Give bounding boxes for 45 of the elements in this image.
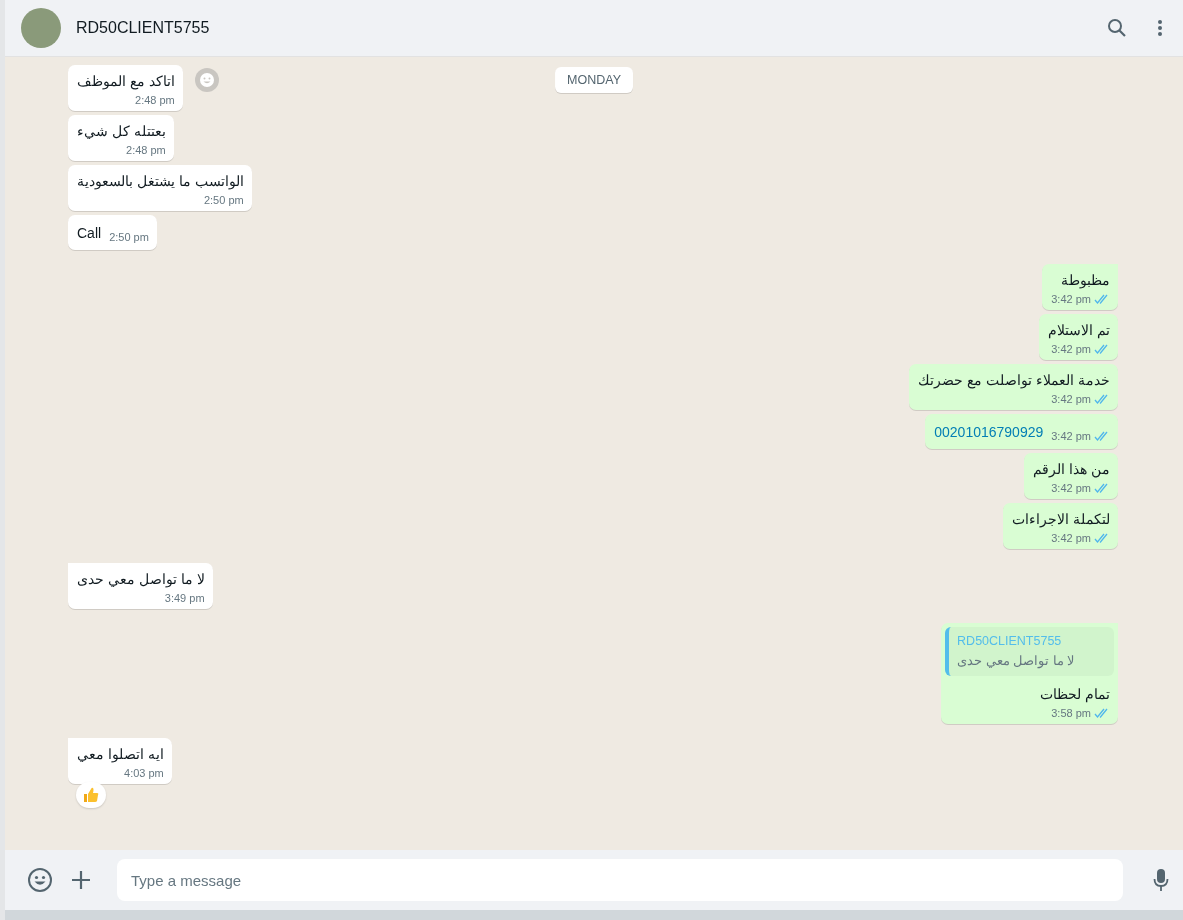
message-time: 3:49 pm (164, 592, 205, 604)
message-time: 3:42 pm (1051, 343, 1091, 355)
message-text: لتكملة الاجراءات (1012, 510, 1110, 529)
message-time: 2:50 pm (109, 231, 149, 243)
message-text: اتاكد مع الموظف (77, 72, 175, 91)
menu-icon[interactable] (1157, 19, 1163, 37)
message-text: خدمة العملاء تواصلت مع حضرتك (918, 371, 1110, 390)
search-icon[interactable] (1107, 18, 1127, 38)
contact-name[interactable]: RD50CLIENT5755 (76, 19, 210, 37)
message-text: Call (77, 224, 102, 243)
message-time: 2:48 pm (135, 94, 175, 106)
double-check-icon (1094, 394, 1110, 404)
message-text: الواتسب ما يشتغل بالسعودية (77, 172, 244, 191)
double-check-icon (1094, 431, 1110, 441)
message-time: 3:42 pm (1051, 430, 1091, 442)
quote-author: RD50CLIENT5755 (957, 634, 1063, 648)
double-check-icon (1094, 708, 1110, 718)
message-time: 3:42 pm (1051, 393, 1091, 405)
message-text: ايه اتصلوا معي (77, 745, 164, 764)
message-time: 4:03 pm (124, 767, 164, 779)
avatar[interactable] (21, 8, 61, 48)
quote-text: لا ما تواصل معي حدى (957, 653, 1074, 668)
message-text: بعتتله كل شيء (77, 122, 166, 141)
message-time: 3:58 pm (1051, 707, 1091, 719)
double-check-icon (1094, 483, 1110, 493)
message-text: من هذا الرقم (1033, 460, 1110, 479)
double-check-icon (1094, 533, 1110, 543)
message-time: 3:42 pm (1051, 482, 1091, 494)
plus-icon[interactable] (71, 870, 91, 890)
emoji-icon[interactable] (27, 867, 53, 893)
double-check-icon (1094, 294, 1110, 304)
message-time: 3:42 pm (1051, 293, 1091, 305)
phone-link[interactable]: 00201016790929 (934, 424, 1044, 440)
message-time: 3:42 pm (1051, 532, 1091, 544)
message-text: لا ما تواصل معي حدى (77, 570, 205, 589)
message-text: مظبوطة (1060, 271, 1110, 290)
message-text: تمام لحظات (1039, 685, 1110, 704)
message-time: 2:48 pm (126, 144, 166, 156)
thumbs-up-icon (82, 786, 100, 804)
microphone-icon[interactable] (1153, 868, 1169, 892)
message-input[interactable]: Type a message (117, 859, 1123, 901)
message-text: تم الاستلام (1048, 321, 1110, 340)
message-time: 2:50 pm (203, 194, 244, 206)
double-check-icon (1094, 344, 1110, 354)
date-chip: MONDAY (555, 67, 633, 93)
